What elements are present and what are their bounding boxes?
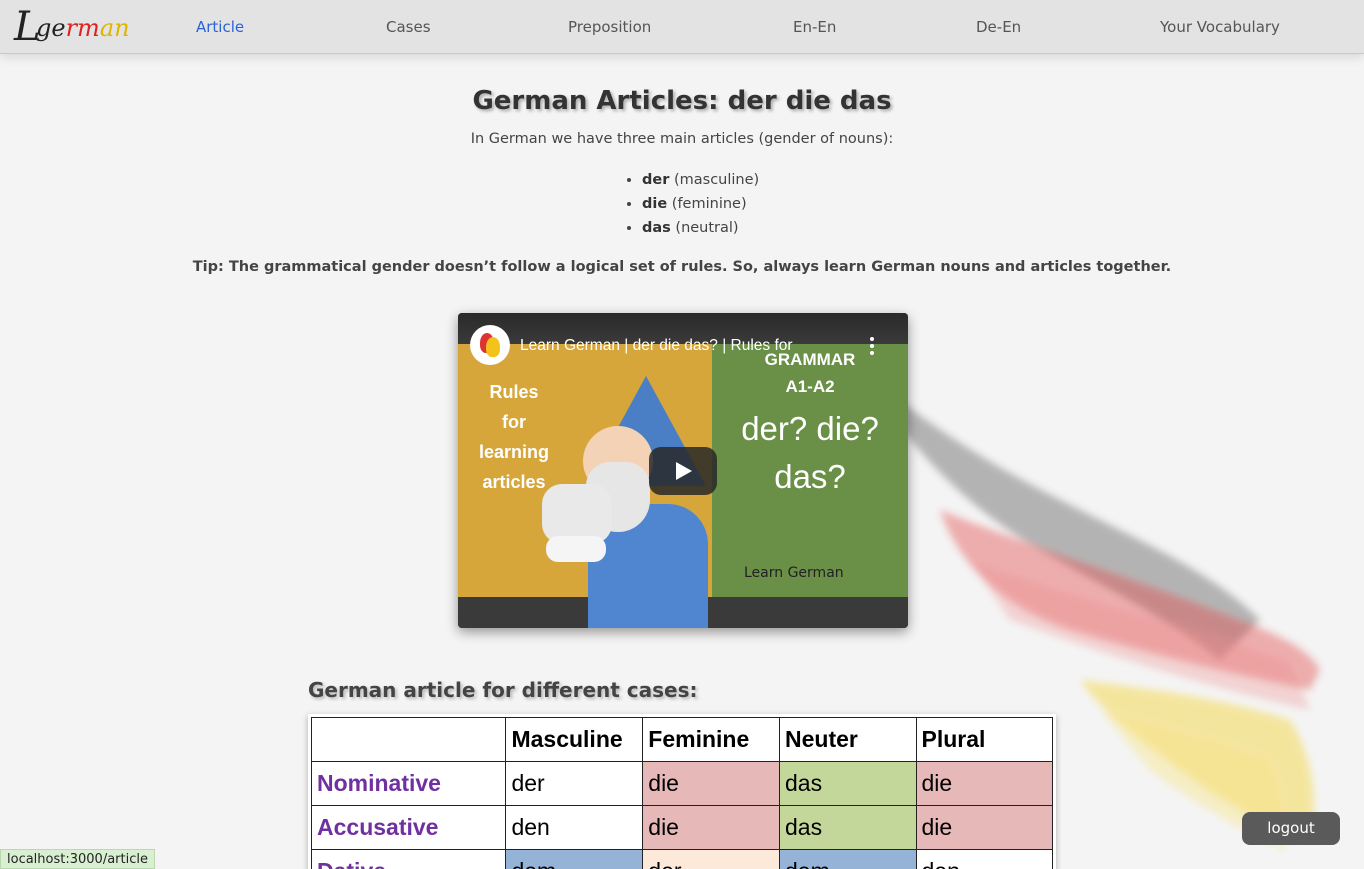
case-name: Dative bbox=[310, 849, 507, 869]
table-header: Neuter bbox=[779, 717, 917, 762]
nav-cases[interactable]: Cases bbox=[386, 18, 431, 36]
table-header: Plural bbox=[915, 717, 1054, 762]
article-word: der bbox=[642, 172, 670, 188]
article-gender: (masculine) bbox=[673, 172, 760, 188]
nav-de-en[interactable]: De-En bbox=[976, 18, 1021, 36]
table-cell: die bbox=[915, 805, 1054, 850]
table-cell: der bbox=[505, 761, 644, 806]
video-title[interactable]: Learn German | der die das? | Rules for bbox=[520, 337, 793, 355]
cases-table-image: Masculine Feminine Neuter Plural Nominat… bbox=[308, 714, 1056, 869]
table-header: Masculine bbox=[505, 717, 644, 762]
thumbnail-question-text: der? die? das? bbox=[741, 410, 879, 495]
nav-article[interactable]: Article bbox=[196, 18, 244, 36]
top-navbar: L german Article Cases Preposition En-En… bbox=[0, 0, 1364, 54]
tip-text: Tip: The grammatical gender doesn’t foll… bbox=[192, 259, 1172, 275]
article-word: das bbox=[642, 220, 671, 236]
table-header bbox=[310, 717, 507, 762]
table-cell: die bbox=[642, 805, 781, 850]
more-options-icon[interactable] bbox=[866, 335, 878, 357]
brand-text: Learn German bbox=[744, 565, 844, 581]
table-row: Dative dem der dem den bbox=[310, 849, 1054, 869]
intro-text: In German we have three main articles (g… bbox=[470, 131, 894, 147]
table-row: Nominative der die das die bbox=[310, 761, 1054, 806]
nav-your-vocabulary[interactable]: Your Vocabulary bbox=[1160, 18, 1280, 36]
logout-button[interactable]: logout bbox=[1242, 812, 1340, 845]
thumbnail-left-text: Rules for learning articles bbox=[478, 382, 549, 492]
list-item: der (masculine) bbox=[642, 170, 759, 194]
table-cell: der bbox=[642, 849, 781, 869]
cases-heading: German article for different cases: bbox=[308, 678, 698, 702]
article-gender: (neutral) bbox=[675, 220, 739, 236]
table-cell: den bbox=[505, 805, 644, 850]
table-cell: den bbox=[915, 849, 1054, 869]
play-button[interactable] bbox=[649, 447, 717, 495]
play-icon bbox=[676, 462, 692, 480]
article-gender: (feminine) bbox=[671, 196, 747, 212]
list-item: die (feminine) bbox=[642, 194, 759, 218]
page-title: German Articles: der die das bbox=[472, 86, 892, 116]
table-row: Accusative den die das die bbox=[310, 805, 1054, 850]
scroll-illustration bbox=[546, 536, 606, 562]
case-name: Accusative bbox=[310, 805, 507, 850]
article-word: die bbox=[642, 196, 668, 212]
article-list: der (masculine) die (feminine) das (neut… bbox=[642, 170, 759, 242]
thumbnail-brand: Learn German bbox=[744, 565, 844, 581]
browser-status-url: localhost:3000/article bbox=[0, 849, 155, 869]
table-header-row: Masculine Feminine Neuter Plural bbox=[310, 717, 1054, 762]
table-cell: die bbox=[915, 761, 1054, 806]
table-cell: das bbox=[779, 761, 917, 806]
table-cell: die bbox=[642, 761, 781, 806]
table-cell: das bbox=[779, 805, 917, 850]
nav-en-en[interactable]: En-En bbox=[793, 18, 836, 36]
scroll-illustration bbox=[542, 484, 612, 544]
channel-avatar[interactable] bbox=[470, 325, 510, 365]
case-name: Nominative bbox=[310, 761, 507, 806]
table-cell: dem bbox=[779, 849, 917, 869]
lgerman-logo[interactable]: L german bbox=[12, 4, 130, 50]
table-header: Feminine bbox=[642, 717, 781, 762]
table-cell: dem bbox=[505, 849, 644, 869]
list-item: das (neutral) bbox=[642, 218, 759, 242]
youtube-video-embed[interactable]: Rules for learning articles GRAMMAR A1-A… bbox=[458, 313, 908, 628]
nav-preposition[interactable]: Preposition bbox=[568, 18, 651, 36]
